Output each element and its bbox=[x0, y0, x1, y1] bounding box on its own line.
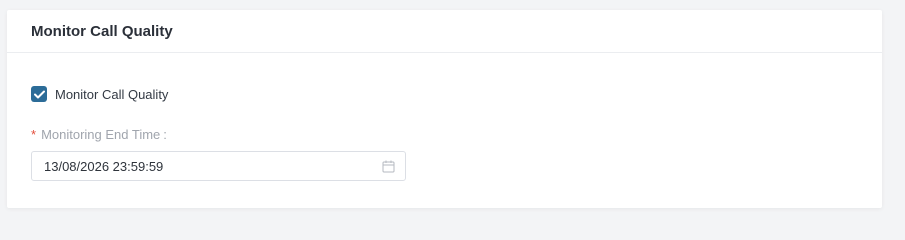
monitor-call-quality-label: Monitor Call Quality bbox=[55, 86, 169, 102]
checkmark-icon bbox=[33, 90, 45, 98]
monitoring-end-time-label: Monitoring End Time bbox=[41, 127, 161, 142]
card-header: Monitor Call Quality bbox=[7, 10, 882, 53]
monitor-call-quality-checkbox[interactable] bbox=[31, 86, 47, 102]
monitoring-end-time-value[interactable]: 13/08/2026 23:59:59 bbox=[44, 159, 381, 174]
required-asterisk: * bbox=[31, 127, 37, 142]
monitoring-end-time-label-row: * Monitoring End Time : bbox=[31, 127, 167, 142]
label-colon: : bbox=[163, 127, 167, 142]
calendar-icon[interactable] bbox=[381, 159, 395, 173]
monitor-call-quality-checkbox-row[interactable]: Monitor Call Quality bbox=[31, 86, 168, 102]
monitor-call-quality-card: Monitor Call Quality Monitor Call Qualit… bbox=[7, 10, 882, 208]
monitoring-end-time-input[interactable]: 13/08/2026 23:59:59 bbox=[31, 151, 406, 181]
card-title: Monitor Call Quality bbox=[31, 22, 173, 40]
